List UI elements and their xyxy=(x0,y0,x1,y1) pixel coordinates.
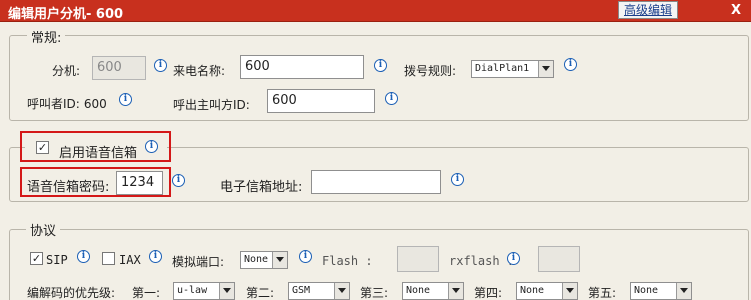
flash-label: Flash : xyxy=(322,254,373,268)
extension-info-icon[interactable]: i xyxy=(154,59,167,72)
codec-2-label: 第二: xyxy=(246,286,275,300)
codec-5-label: 第五: xyxy=(588,286,617,300)
chevron-down-icon xyxy=(272,252,287,268)
analog-port-label: 模拟端口: xyxy=(172,255,225,269)
window-title: 编辑用户分机- 600 xyxy=(8,7,124,22)
rxflash-field[interactable] xyxy=(538,246,580,272)
caller-id-info-icon[interactable]: i xyxy=(119,93,132,106)
codec-3-select[interactable]: None xyxy=(402,282,464,300)
analog-port-value: None xyxy=(244,254,269,265)
chevron-down-icon xyxy=(538,61,553,77)
codec-2-select[interactable]: GSM xyxy=(288,282,350,300)
analog-port-select[interactable]: None xyxy=(240,251,288,269)
dial-rule-value: DialPlan1 xyxy=(475,63,530,74)
iax-label: IAX xyxy=(119,253,141,267)
codec-5-select[interactable]: None xyxy=(630,282,692,300)
chevron-down-icon xyxy=(219,283,234,299)
sip-label: SIP xyxy=(46,253,68,267)
codec-1-label: 第一: xyxy=(132,286,161,300)
advanced-edit-button[interactable]: 高级编辑 xyxy=(618,1,678,19)
caller-name-label: 来电名称: xyxy=(173,64,226,78)
dial-rule-info-icon[interactable]: i xyxy=(564,58,577,71)
caller-id-label-text: 呼叫者ID: xyxy=(27,97,80,111)
rxflash-info-icon[interactable]: i xyxy=(507,252,520,265)
caller-id-label: 呼叫者ID: 600 xyxy=(27,95,107,112)
analog-port-info-icon[interactable]: i xyxy=(299,250,312,263)
codec-2-value: GSM xyxy=(292,285,311,296)
chevron-down-icon xyxy=(676,283,691,299)
outbound-id-label: 呼出主叫方ID: xyxy=(173,98,250,112)
iax-info-icon[interactable]: i xyxy=(149,250,162,263)
outbound-id-info-icon[interactable]: i xyxy=(385,92,398,105)
flash-field[interactable] xyxy=(397,246,439,272)
caller-name-field[interactable]: 600 xyxy=(240,55,364,79)
rxflash-label: rxflash : xyxy=(449,254,515,268)
sip-info-icon[interactable]: i xyxy=(77,250,90,263)
voicemail-password-info-icon[interactable]: i xyxy=(172,174,185,187)
extension-label: 分机: xyxy=(52,64,81,78)
voicemail-password-highlight xyxy=(20,167,171,197)
protocol-legend: 协议 xyxy=(26,220,61,239)
caller-id-value: 600 xyxy=(83,97,107,111)
codec-3-value: None xyxy=(406,285,431,296)
codec-3-label: 第三: xyxy=(360,286,389,300)
chevron-down-icon xyxy=(562,283,577,299)
sip-checkbox[interactable]: ✓ xyxy=(30,252,43,265)
codec-1-select[interactable]: u-law xyxy=(173,282,235,300)
codec-4-label: 第四: xyxy=(474,286,503,300)
outbound-id-field[interactable]: 600 xyxy=(267,89,375,113)
general-legend: 常规: xyxy=(27,27,66,46)
iax-checkbox[interactable] xyxy=(102,252,115,265)
dial-rule-select[interactable]: DialPlan1 xyxy=(471,60,554,78)
caller-name-info-icon[interactable]: i xyxy=(374,59,387,72)
email-field[interactable] xyxy=(311,170,441,194)
email-info-icon[interactable]: i xyxy=(451,173,464,186)
codec-4-value: None xyxy=(520,285,545,296)
dial-rule-label: 拨号规则: xyxy=(404,64,457,78)
codec-4-select[interactable]: None xyxy=(516,282,578,300)
close-button[interactable]: X xyxy=(731,3,741,18)
codec-1-value: u-law xyxy=(177,285,208,296)
chevron-down-icon xyxy=(448,283,463,299)
codec-priority-label: 编解码的优先级: xyxy=(27,286,116,300)
extension-field[interactable]: 600 xyxy=(92,56,146,80)
email-label: 电子信箱地址: xyxy=(220,180,303,195)
chevron-down-icon xyxy=(334,283,349,299)
codec-5-value: None xyxy=(634,285,659,296)
voicemail-enable-highlight xyxy=(20,131,171,162)
